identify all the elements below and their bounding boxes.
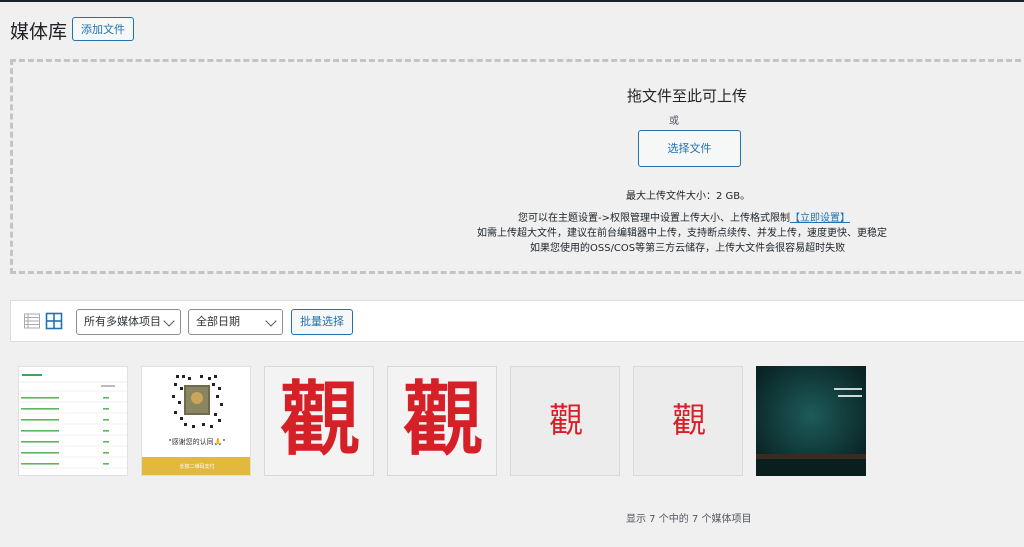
select-files-button[interactable]: 选择文件	[638, 130, 741, 167]
media-count: 显示 7 个中的 7 个媒体项目	[626, 514, 752, 525]
date-filter[interactable]: 全部日期	[188, 309, 283, 335]
media-item-qr-card[interactable]: "感谢您的认同🙏" 长按二维码支付	[141, 366, 251, 476]
page-title: 媒体库	[10, 21, 68, 43]
media-item-calligraphy-4[interactable]: 觀	[633, 366, 743, 476]
bulk-select-button[interactable]: 批量选择	[291, 309, 353, 335]
qr-caption: "感谢您的认同🙏"	[168, 438, 226, 446]
calligraphy-glyph: 觀	[280, 372, 360, 466]
upload-note-3: 如果您使用的OSS/COS等第三方云储存，上传大文件会很容易超时失败	[530, 243, 846, 254]
max-size-text: 最大上传文件大小：2 GB。	[626, 191, 751, 202]
media-toolbar: 所有多媒体项目 全部日期 批量选择	[10, 300, 1024, 342]
admin-topline	[0, 0, 1024, 2]
or-text: 或	[669, 116, 679, 127]
calligraphy-glyph: 觀	[672, 401, 706, 441]
upload-dropzone[interactable]	[10, 59, 1024, 274]
calligraphy-glyph: 觀	[549, 401, 583, 441]
qr-footer: 长按二维码支付	[142, 457, 250, 475]
media-item-calligraphy-2[interactable]: 觀	[387, 366, 497, 476]
settings-link[interactable]: 【立即设置】	[790, 213, 850, 224]
calligraphy-glyph: 觀	[403, 372, 483, 466]
media-item-calligraphy-3[interactable]: 觀	[510, 366, 620, 476]
upload-note-2: 如需上传超大文件，建议在前台编辑器中上传，支持断点续传、并发上传，速度更快、更稳…	[477, 228, 887, 239]
media-item-table-screenshot[interactable]	[18, 366, 128, 476]
grid-view-icon[interactable]	[45, 312, 63, 330]
media-item-calligraphy-1[interactable]: 觀	[264, 366, 374, 476]
list-view-icon[interactable]	[23, 312, 41, 330]
upload-note-1: 您可以在主题设置->权限管理中设置上传大小、上传格式限制【立即设置】	[518, 213, 850, 224]
media-type-filter[interactable]: 所有多媒体项目	[76, 309, 181, 335]
media-item-dark-slide[interactable]	[756, 366, 866, 476]
add-file-button[interactable]: 添加文件	[72, 17, 134, 41]
